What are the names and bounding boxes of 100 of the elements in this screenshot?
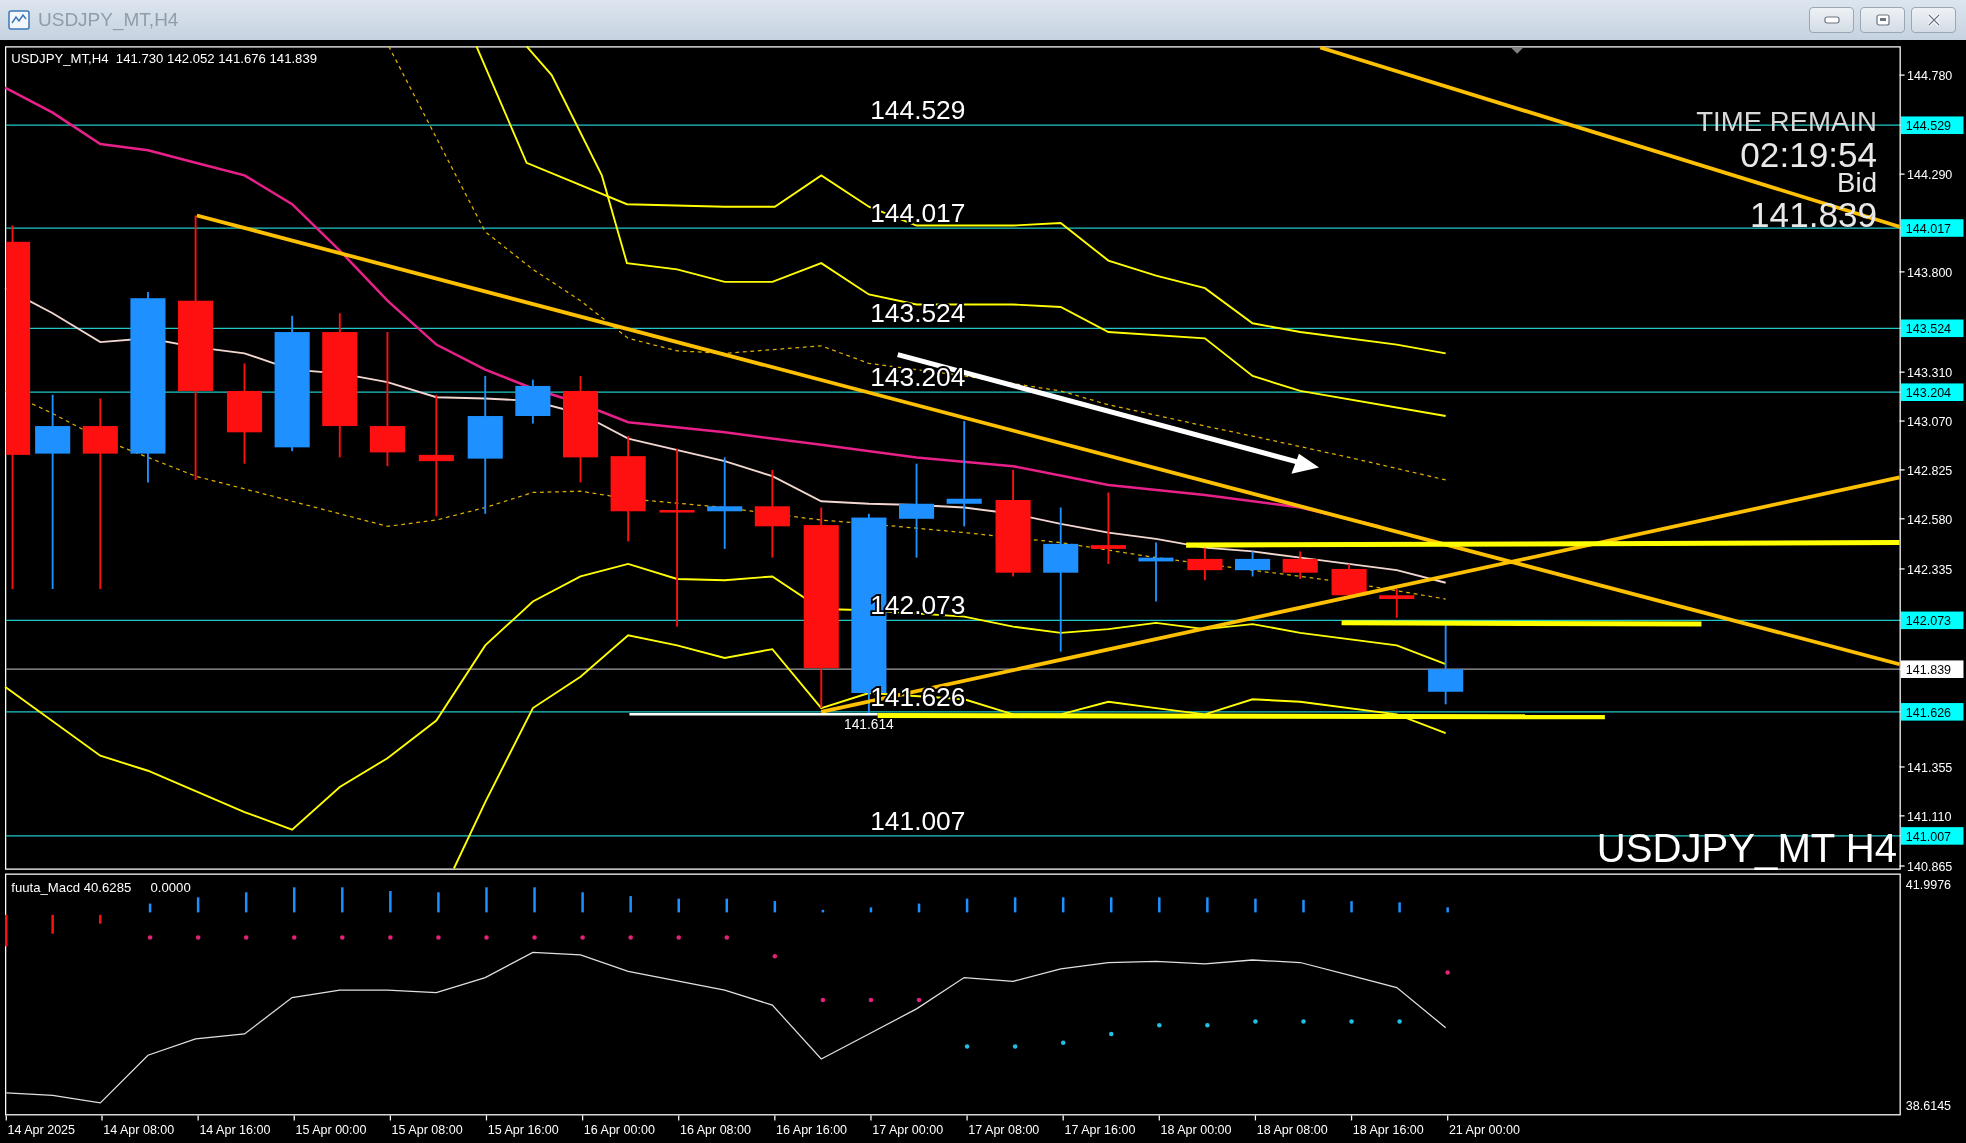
time-axis-label: 14 Apr 16:00 xyxy=(199,1123,271,1138)
candlestick xyxy=(515,378,551,425)
histogram-bar xyxy=(1446,907,1449,913)
symbol-label: USDJPY_MT H4 xyxy=(1596,826,1898,871)
signal-dot xyxy=(1397,1019,1402,1024)
histogram-bar xyxy=(148,903,152,913)
chart-window-icon xyxy=(8,9,30,31)
signal-dot xyxy=(1157,1022,1162,1028)
signal-dot xyxy=(676,935,681,940)
indicator-name: fuuta_Macd 40.6285 xyxy=(11,880,132,896)
histogram-bar xyxy=(1110,897,1113,913)
close-button[interactable] xyxy=(1911,7,1956,33)
price-tag: 141.007 xyxy=(1900,827,1964,845)
time-axis-label: 16 Apr 00:00 xyxy=(583,1123,655,1138)
price-axis-label: 143.070 xyxy=(1907,415,1953,430)
signal-dot xyxy=(1012,1044,1018,1049)
candlestick xyxy=(1379,588,1415,619)
candlestick xyxy=(1235,550,1271,578)
time-axis-label: 16 Apr 16:00 xyxy=(776,1123,848,1138)
maximize-icon xyxy=(1875,14,1890,26)
histogram-bar xyxy=(821,909,825,913)
indicator-scale-label: 38.6145 xyxy=(1905,1099,1952,1114)
signal-dot xyxy=(580,935,585,940)
signal-dot xyxy=(868,997,874,1003)
histogram-bar xyxy=(917,903,921,913)
time-axis-label: 15 Apr 16:00 xyxy=(487,1123,559,1138)
indicator-value: 0.0000 xyxy=(150,880,191,896)
time-axis-label: 14 Apr 08:00 xyxy=(103,1123,175,1138)
level-label: 143.204 xyxy=(870,361,966,392)
price-axis-label: 143.310 xyxy=(1907,366,1953,381)
histogram-bar xyxy=(51,914,54,934)
time-axis-label: 15 Apr 08:00 xyxy=(391,1123,463,1138)
signal-dot xyxy=(532,935,537,940)
histogram-bar xyxy=(1302,899,1305,913)
histogram-bar xyxy=(437,892,440,913)
histogram-bar xyxy=(293,887,296,913)
signal-dot xyxy=(724,935,730,940)
histogram-bar xyxy=(581,892,584,913)
histogram-bar xyxy=(341,887,344,913)
price-axis-label: 142.335 xyxy=(1907,562,1953,577)
histogram-bar xyxy=(99,914,102,924)
signal-dot xyxy=(820,997,826,1003)
minimize-icon xyxy=(1823,16,1840,24)
indicator-scale-label: 41.9976 xyxy=(1905,877,1952,892)
signal-dot xyxy=(772,954,778,959)
time-axis-label: 17 Apr 16:00 xyxy=(1064,1123,1136,1138)
signal-dot xyxy=(436,935,441,940)
histogram-bar xyxy=(1254,898,1257,913)
candlestick xyxy=(1187,546,1223,582)
histogram-bar xyxy=(965,898,969,913)
price-axis-label: 140.865 xyxy=(1907,860,1953,874)
time-axis-label: 16 Apr 08:00 xyxy=(680,1123,751,1138)
maximize-button[interactable] xyxy=(1860,7,1905,33)
signal-dot xyxy=(1301,1019,1306,1024)
histogram-bar xyxy=(1061,897,1065,913)
price-axis-label: 142.825 xyxy=(1907,463,1953,478)
time-axis-label: 18 Apr 16:00 xyxy=(1352,1123,1424,1138)
price-axis-label: 144.780 xyxy=(1907,69,1953,84)
time-axis-label: 18 Apr 00:00 xyxy=(1160,1123,1232,1138)
price-tag: 144.017 xyxy=(1900,219,1964,237)
price-label: 141.614 xyxy=(844,717,894,733)
chart-header: USDJPY_MT,H4 141.730 142.052 141.676 141.839 xyxy=(11,50,318,66)
price-axis-label: 142.580 xyxy=(1907,512,1953,527)
time-axis-label: 17 Apr 08:00 xyxy=(968,1123,1040,1138)
signal-dot xyxy=(340,935,345,940)
signal-dot xyxy=(1349,1019,1354,1024)
signal-dot xyxy=(1253,1019,1258,1024)
window-title: USDJPY_MT,H4 xyxy=(38,7,179,33)
price-axis-label: 141.355 xyxy=(1907,761,1953,775)
histogram-bar xyxy=(389,891,392,913)
signal-dot xyxy=(916,997,922,1003)
signal-dot xyxy=(484,935,489,940)
price-axis-label: 141.110 xyxy=(1907,809,1952,824)
signal-dot xyxy=(964,1044,970,1049)
histogram-bar xyxy=(244,892,248,913)
close-icon xyxy=(1926,14,1941,26)
histogram-bar xyxy=(196,897,200,913)
candlestick xyxy=(1138,541,1174,603)
histogram-bar xyxy=(1398,902,1401,913)
histogram-bar xyxy=(1206,897,1209,913)
signal-dot xyxy=(195,935,201,940)
signal-dot xyxy=(292,935,297,940)
time-axis-label: 14 Apr 2025 xyxy=(7,1123,76,1138)
price-tag: 143.204 xyxy=(1900,383,1964,401)
histogram-bar xyxy=(629,896,632,913)
signal-dot xyxy=(1109,1031,1114,1037)
minimize-button[interactable] xyxy=(1809,7,1854,33)
price-tag: 144.529 xyxy=(1900,116,1964,134)
signal-dot xyxy=(1445,970,1450,975)
histogram-bar xyxy=(533,887,536,913)
time-axis-label: 15 Apr 00:00 xyxy=(295,1123,367,1138)
signal-dot xyxy=(1205,1022,1210,1028)
price-axis-label: 143.800 xyxy=(1907,265,1953,280)
histogram-bar xyxy=(1158,897,1161,913)
price-axis-label: 144.290 xyxy=(1907,168,1953,183)
histogram-bar xyxy=(869,907,873,913)
histogram-bar xyxy=(1013,897,1017,913)
price-tag: 141.626 xyxy=(1900,703,1964,721)
signal-dot xyxy=(388,935,393,940)
signal-dot xyxy=(628,935,633,940)
